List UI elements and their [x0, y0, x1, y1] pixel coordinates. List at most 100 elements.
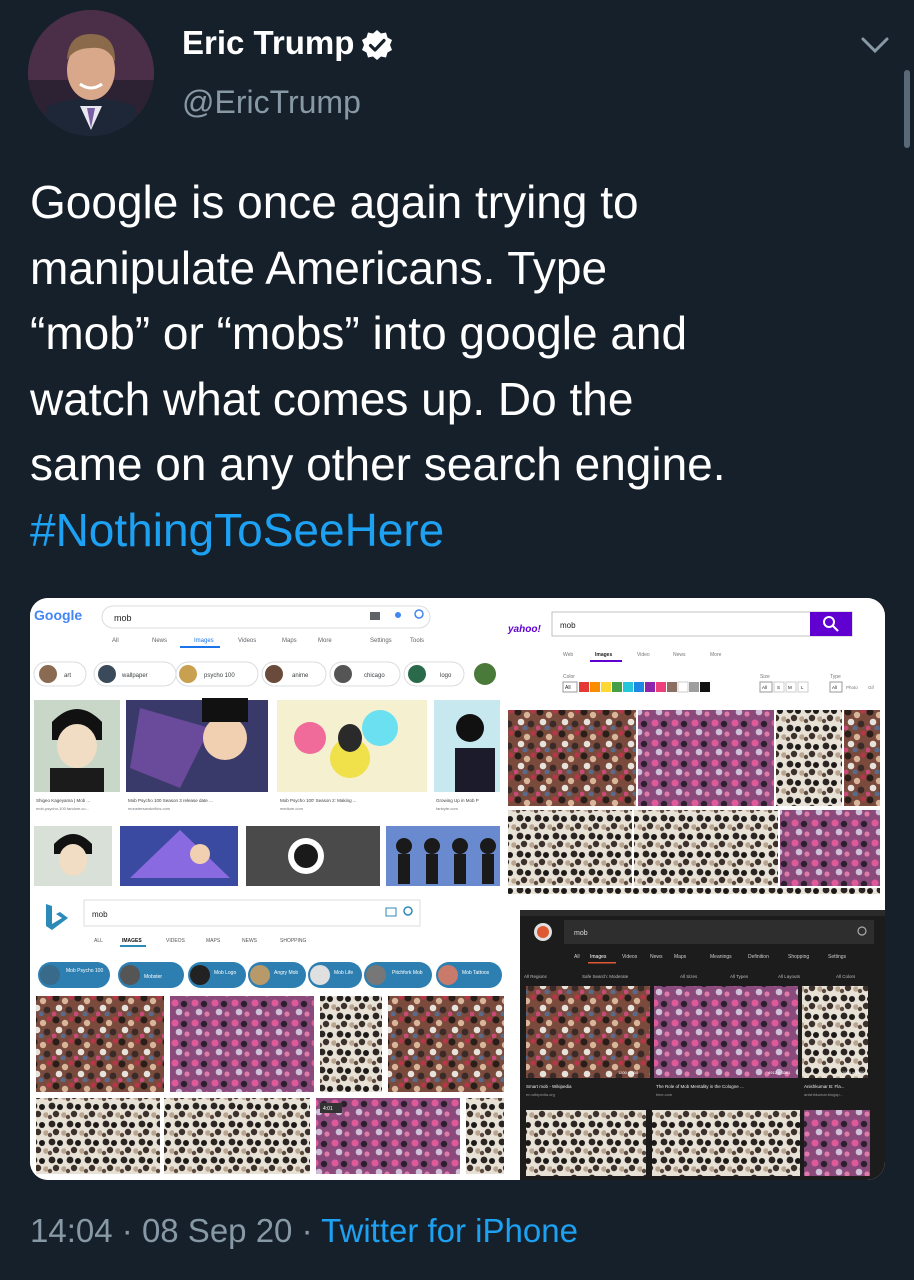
yahoo-search-query[interactable]: mob [560, 621, 576, 630]
google-tab[interactable]: All [112, 638, 119, 644]
bing-chip[interactable]: Mobster [144, 974, 162, 980]
google-settings[interactable]: Settings [370, 638, 392, 644]
ddg-tab[interactable]: Maps [674, 954, 687, 960]
tweet-time[interactable]: 14:04 [30, 1212, 113, 1249]
yahoo-size-option[interactable]: All [762, 685, 767, 690]
bing-chip[interactable]: Mob Logo [214, 970, 236, 976]
ddg-tab[interactable]: All [574, 954, 580, 960]
yahoo-filter-label: Type [830, 674, 841, 680]
google-chip[interactable]: art [64, 673, 71, 679]
bing-search-query[interactable]: mob [92, 910, 108, 919]
google-image-domain: medium.com [280, 806, 304, 811]
yahoo-tab[interactable]: Web [563, 652, 573, 658]
ddg-image-caption[interactable]: The Role of Mob Mentality in the Cologne… [656, 1084, 744, 1089]
google-search-query[interactable]: mob [114, 613, 132, 623]
bing-chip[interactable]: Angry Mob [274, 970, 298, 976]
google-image-domain: mob-psycho-100.fandom.co... [36, 806, 89, 811]
google-image-domain: monstersandcritics.com [128, 806, 171, 811]
google-chip[interactable]: psycho 100 [204, 673, 235, 679]
google-tab-active[interactable]: Images [194, 638, 214, 644]
google-logo: Google [34, 607, 82, 623]
bing-chip[interactable]: Mob Tattoos [462, 970, 490, 976]
google-chip[interactable]: anime [292, 673, 309, 679]
ddg-tab[interactable]: Shopping [788, 954, 809, 960]
ddg-filter[interactable]: Safe Search: Moderate [582, 974, 629, 979]
ddg-search-query[interactable]: mob [574, 930, 588, 937]
ddg-tab[interactable]: Videos [622, 954, 638, 960]
author-handle[interactable]: @EricTrump [182, 84, 361, 121]
tweet-date[interactable]: 08 Sep 20 [142, 1212, 292, 1249]
scrollbar[interactable] [904, 70, 910, 148]
ddg-tab[interactable]: Meanings [710, 954, 732, 960]
google-tools[interactable]: Tools [410, 638, 424, 644]
yahoo-size-option[interactable]: S [777, 685, 780, 690]
attached-image[interactable]: Google mob All News Images Videos Maps M… [30, 598, 885, 1180]
bing-chip[interactable]: Mob Psycho 100 [66, 968, 103, 974]
yahoo-search-button[interactable] [810, 612, 852, 636]
ddg-tab[interactable]: News [650, 954, 663, 960]
bing-chip[interactable]: Pitchfork Mob [392, 970, 423, 976]
separator-dot: · [301, 1212, 313, 1249]
ddg-tab[interactable]: Settings [828, 954, 847, 960]
bing-tab-active[interactable]: IMAGES [122, 938, 142, 944]
tweet-line: watch what comes up. Do the [30, 372, 634, 425]
ddg-filter[interactable]: All Regions [524, 974, 548, 979]
google-tab[interactable]: Maps [282, 638, 297, 644]
ddg-tab-active[interactable]: Images [590, 954, 607, 960]
bing-tab[interactable]: MAPS [206, 938, 221, 944]
ddg-image-caption[interactable]: Anishkumar B: Fla... [804, 1084, 845, 1089]
google-chip[interactable]: logo [440, 673, 452, 679]
tweet-line: “mob” or “mobs” into google and [30, 307, 688, 359]
ddg-image-size: 1600 × 1600 [842, 1070, 865, 1075]
tweet-line: same on any other search engine. [30, 438, 726, 490]
separator-dot: · [121, 1212, 133, 1249]
ddg-filter[interactable]: All Layouts [778, 974, 801, 979]
google-chip[interactable]: chicago [364, 673, 385, 679]
verified-badge-icon [362, 30, 392, 60]
yahoo-type-option[interactable]: Gif [868, 685, 875, 690]
yahoo-tab-active[interactable]: Images [595, 652, 612, 658]
yahoo-logo: yahoo! [507, 624, 541, 635]
avatar[interactable] [28, 10, 154, 136]
yahoo-type-option[interactable]: All [832, 685, 837, 690]
tweet-meta: 14:04 · 08 Sep 20 · Twitter for iPhone [30, 1212, 578, 1250]
ddg-filter[interactable]: All Colors [836, 974, 856, 979]
yahoo-color-all[interactable]: All [565, 685, 571, 691]
tweet-source-link[interactable]: Twitter for iPhone [321, 1212, 578, 1249]
bing-tab[interactable]: ALL [94, 938, 103, 944]
google-tab[interactable]: More [318, 638, 332, 644]
tweet-line: manipulate Americans. Type [30, 241, 608, 294]
google-image-caption: Mob Psycho 100 Season 3 release date ... [128, 798, 213, 803]
yahoo-tab[interactable]: News [673, 652, 686, 658]
hashtag-link[interactable]: #NothingToSeeHere [30, 498, 890, 564]
yahoo-type-option[interactable]: Photo [846, 685, 858, 690]
ddg-image-caption[interactable]: Smart mob - Wikipedia [526, 1084, 572, 1089]
mic-icon[interactable] [395, 612, 401, 618]
ddg-image-domain: anishbkumar.blogsp... [804, 1092, 843, 1097]
chevron-down-icon[interactable] [858, 30, 892, 60]
tweet-text: Google is once again trying to manipulat… [30, 170, 890, 563]
yahoo-tab[interactable]: More [710, 652, 722, 658]
yahoo-tab[interactable]: Video [637, 652, 650, 658]
google-chip[interactable]: wallpaper [121, 673, 148, 679]
google-image-caption: Growing Up in Mob P [436, 798, 479, 803]
yahoo-filter-label: Size [760, 674, 770, 680]
yahoo-size-option[interactable]: M [788, 685, 792, 690]
ddg-image-domain: time.com [656, 1092, 673, 1097]
video-duration-badge: 4:01 [323, 1106, 333, 1112]
bing-tab[interactable]: VIDEOS [166, 938, 186, 944]
bing-tab[interactable]: NEWS [242, 938, 258, 944]
ddg-filter[interactable]: All Types [730, 974, 749, 979]
ddg-tab[interactable]: Definition [748, 954, 769, 960]
google-image-caption: Mob Psycho 100' Season 2: Making ... [280, 798, 357, 803]
ddg-image-domain: en.wikipedia.org [526, 1092, 555, 1097]
camera-icon[interactable] [370, 612, 380, 620]
google-tab[interactable]: Videos [238, 638, 256, 644]
ddg-image-size: 1200 × 900 [618, 1070, 639, 1075]
author-name[interactable]: Eric Trump [182, 24, 354, 62]
bing-tab[interactable]: SHOPPING [280, 938, 307, 944]
ddg-filter[interactable]: All Sizes [680, 974, 698, 979]
bing-chip[interactable]: Mob Life [334, 970, 353, 976]
google-image-domain: fanbyte.com [436, 806, 458, 811]
google-tab[interactable]: News [152, 638, 167, 644]
